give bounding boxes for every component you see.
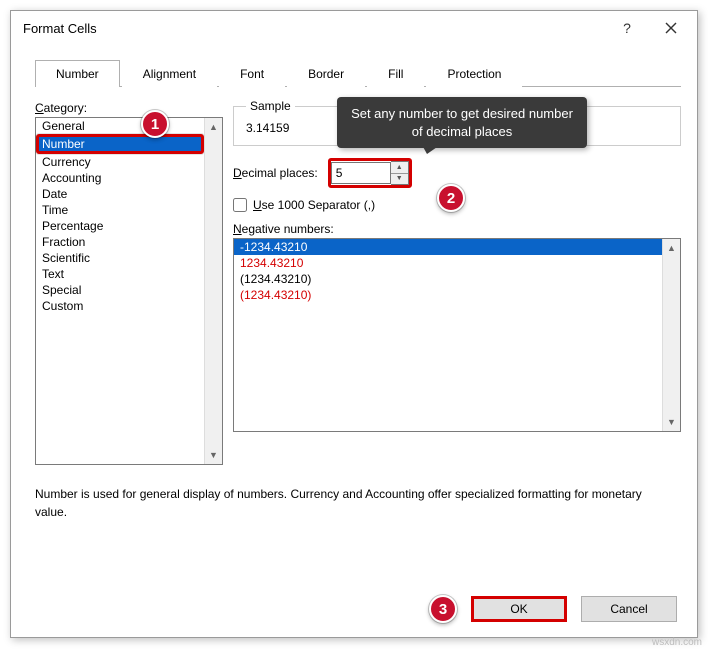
list-item[interactable]: General (36, 118, 204, 134)
list-item[interactable]: Custom (36, 298, 204, 314)
tab-alignment[interactable]: Alignment (122, 60, 217, 87)
scroll-up-icon[interactable] (663, 239, 680, 257)
close-icon (665, 22, 677, 34)
decimal-places-spinner: ▲ ▼ (328, 158, 412, 188)
list-item[interactable]: 1234.43210 (234, 255, 662, 271)
watermark: wsxdn.com (652, 637, 702, 648)
description-text: Number is used for general display of nu… (11, 465, 697, 521)
sample-legend: Sample (246, 99, 295, 113)
tab-protection[interactable]: Protection (426, 60, 522, 87)
tab-font[interactable]: Font (219, 60, 285, 87)
close-button[interactable] (649, 13, 693, 43)
list-item[interactable]: -1234.43210 (234, 239, 662, 255)
thousands-separator-checkbox[interactable] (233, 198, 247, 212)
scrollbar[interactable] (662, 239, 680, 431)
ok-button[interactable]: OK (471, 596, 567, 622)
spinner-down-button[interactable]: ▼ (391, 174, 408, 185)
list-item[interactable]: Time (36, 202, 204, 218)
list-item[interactable]: Text (36, 266, 204, 282)
dialog-title: Format Cells (23, 21, 605, 36)
format-cells-dialog: Format Cells ? Number Alignment Font Bor… (10, 10, 698, 638)
cancel-button[interactable]: Cancel (581, 596, 677, 622)
category-listbox[interactable]: General Number Currency Accounting Date … (35, 117, 223, 465)
annotation-badge-3: 3 (429, 595, 457, 623)
decimal-places-input[interactable] (331, 162, 391, 184)
list-item[interactable]: Date (36, 186, 204, 202)
tabstrip: Number Alignment Font Border Fill Protec… (35, 59, 697, 86)
negative-numbers-listbox[interactable]: -1234.43210 1234.43210 (1234.43210) (123… (233, 238, 681, 432)
tab-number[interactable]: Number (35, 60, 120, 87)
scrollbar[interactable] (204, 118, 222, 464)
thousands-separator-label: Use 1000 Separator (,) (253, 198, 375, 212)
category-label: Category: (35, 101, 225, 115)
negative-numbers-label: Negative numbers: (233, 222, 681, 236)
list-item[interactable]: Scientific (36, 250, 204, 266)
scroll-down-icon[interactable] (663, 413, 680, 431)
list-item[interactable]: Special (36, 282, 204, 298)
scroll-up-icon[interactable] (205, 118, 222, 136)
annotation-badge-2: 2 (437, 184, 465, 212)
list-item[interactable]: (1234.43210) (234, 271, 662, 287)
help-button[interactable]: ? (605, 13, 649, 43)
scroll-down-icon[interactable] (205, 446, 222, 464)
annotation-tooltip: Set any number to get desired number of … (337, 97, 587, 148)
decimal-places-label: Decimal places: (233, 166, 318, 180)
list-item[interactable]: Number (36, 134, 204, 154)
tab-fill[interactable]: Fill (367, 60, 424, 87)
list-item[interactable]: Currency (36, 154, 204, 170)
annotation-badge-1: 1 (141, 110, 169, 138)
list-item[interactable]: Accounting (36, 170, 204, 186)
spinner-up-button[interactable]: ▲ (391, 162, 408, 174)
list-item[interactable]: Percentage (36, 218, 204, 234)
tab-border[interactable]: Border (287, 60, 365, 87)
list-item[interactable]: Fraction (36, 234, 204, 250)
titlebar: Format Cells ? (11, 11, 697, 45)
list-item[interactable]: (1234.43210) (234, 287, 662, 303)
